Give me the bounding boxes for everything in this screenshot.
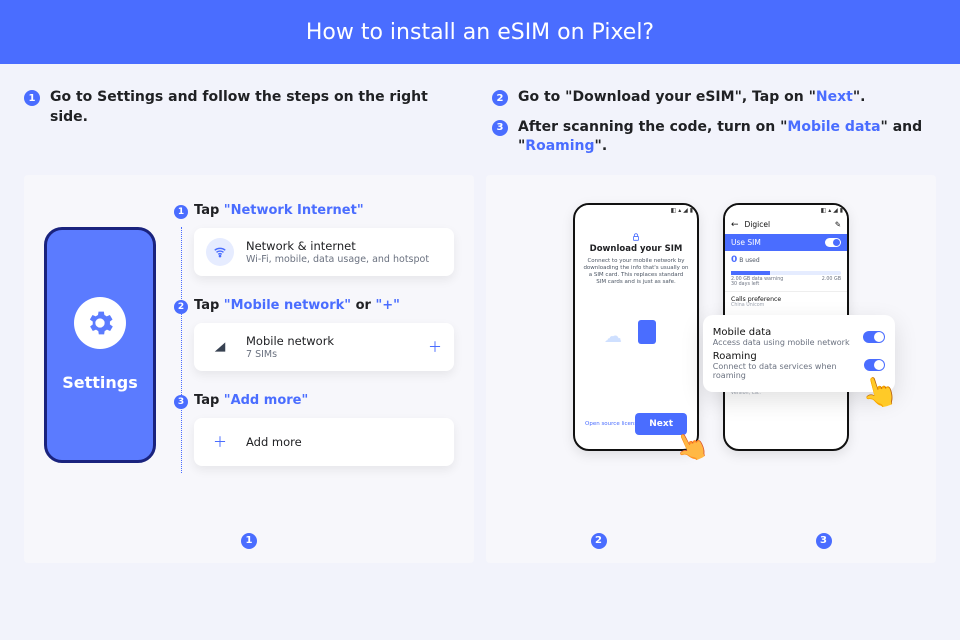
app-bar: ← Digicel ✎	[725, 216, 847, 234]
phone-download-sim: ◧ ▴ ◢ ▮ Download your SIM Connect to you…	[573, 203, 699, 451]
cloud-icon: ☁	[604, 326, 622, 347]
panel-1: Settings 1 Tap "Network Internet"	[24, 175, 474, 563]
mobile-data-label: Mobile data	[713, 327, 850, 338]
hero-banner: How to install an eSIM on Pixel?	[0, 0, 960, 64]
signal-icon	[206, 333, 234, 361]
plus-icon: ＋	[206, 428, 234, 456]
row-title: Add more	[246, 435, 302, 449]
phone-settings-mock: Settings	[44, 227, 156, 463]
panel-2: ◧ ▴ ◢ ▮ Download your SIM Connect to you…	[486, 175, 936, 563]
card-add-more[interactable]: ＋ Add more	[194, 418, 454, 466]
step-1-text: Go to Settings and follow the steps on t…	[50, 88, 468, 127]
sim-chip-icon	[638, 320, 656, 344]
bullet-1: 1	[24, 90, 40, 106]
row-sub: Wi-Fi, mobile, data usage, and hotspot	[246, 254, 429, 265]
mobile-data-toggle[interactable]	[863, 331, 885, 343]
substep-3: 3 Tap "Add more" ＋ Add more	[174, 393, 454, 466]
panel-foot-bullet-1: 1	[241, 533, 257, 549]
next-button[interactable]: Next	[635, 413, 687, 435]
download-desc: Connect to your mobile network by downlo…	[583, 258, 689, 287]
days-left: 30 days left	[725, 282, 847, 291]
substep-3-label: Tap "Add more"	[194, 393, 454, 408]
panel-foot-bullet-3: 3	[816, 533, 832, 549]
link-mobile-data: Mobile data	[787, 119, 880, 135]
step-3-text: After scanning the code, turn on "Mobile…	[518, 118, 936, 157]
phone-settings-label: Settings	[62, 373, 138, 392]
phone-download-sim-wrap: ◧ ▴ ◢ ▮ Download your SIM Connect to you…	[573, 203, 699, 451]
roaming-label: Roaming	[713, 351, 864, 362]
panels-row: Settings 1 Tap "Network Internet"	[0, 175, 960, 587]
gear-icon	[74, 297, 126, 349]
substep-1-label: Tap "Network Internet"	[194, 203, 454, 218]
status-bar-icons: ◧ ▴ ◢ ▮	[725, 205, 847, 216]
data-usage-bar	[731, 271, 841, 275]
substep-2: 2 Tap "Mobile network" or "+" Mobile net…	[174, 298, 454, 371]
panel-foot-bullet-2: 2	[591, 533, 607, 549]
step-2: 2 Go to "Download your eSIM", Tap on "Ne…	[492, 88, 936, 108]
data-cap: 2.00 GB	[822, 277, 841, 282]
step-3: 3 After scanning the code, turn on "Mobi…	[492, 118, 936, 157]
back-icon[interactable]: ←	[731, 220, 739, 230]
use-sim-toggle[interactable]	[825, 238, 841, 247]
plus-icon[interactable]: ＋	[428, 337, 442, 357]
row-title: Mobile network	[246, 334, 334, 348]
bullet-2: 2	[492, 90, 508, 106]
substep-1: 1 Tap "Network Internet" Network & inter…	[174, 203, 454, 276]
roaming-toggle[interactable]	[864, 359, 885, 371]
substep-2-label: Tap "Mobile network" or "+"	[194, 298, 454, 313]
step-2-text: Go to "Download your eSIM", Tap on "Next…	[518, 88, 865, 108]
edit-icon[interactable]: ✎	[835, 220, 841, 229]
mini-bullet-2: 2	[174, 300, 188, 314]
roaming-sub: Connect to data services when roaming	[713, 362, 864, 380]
mini-bullet-3: 3	[174, 395, 188, 409]
float-toggle-card: Mobile data Access data using mobile net…	[703, 315, 895, 392]
setting-calls-pref[interactable]: Calls preferenceChina Unicom	[725, 291, 847, 312]
step-1: 1 Go to Settings and follow the steps on…	[24, 88, 468, 127]
status-bar-icons: ◧ ▴ ◢ ▮	[575, 205, 697, 216]
bullet-3: 3	[492, 120, 508, 136]
row-sub: 7 SIMs	[246, 349, 334, 360]
use-sim-row[interactable]: Use SIM	[725, 234, 847, 251]
carrier-name: Digicel	[745, 220, 771, 229]
use-sim-label: Use SIM	[731, 238, 761, 247]
card-network-internet[interactable]: Network & internet Wi-Fi, mobile, data u…	[194, 228, 454, 276]
hero-title: How to install an eSIM on Pixel?	[306, 20, 654, 45]
card-mobile-network[interactable]: Mobile network 7 SIMs ＋	[194, 323, 454, 371]
lock-icon	[631, 228, 641, 240]
link-next: Next	[816, 89, 853, 105]
link-roaming: Roaming	[525, 138, 594, 154]
wifi-icon	[206, 238, 234, 266]
sim-illustration: ☁	[604, 320, 668, 356]
row-title: Network & internet	[246, 239, 429, 253]
steps-summary: 1 Go to Settings and follow the steps on…	[0, 64, 960, 175]
download-title: Download your SIM	[583, 244, 689, 254]
usage-value: 0 B used	[725, 251, 847, 269]
mobile-data-sub: Access data using mobile network	[713, 338, 850, 347]
mini-bullet-1: 1	[174, 205, 188, 219]
substeps: 1 Tap "Network Internet" Network & inter…	[174, 203, 454, 543]
